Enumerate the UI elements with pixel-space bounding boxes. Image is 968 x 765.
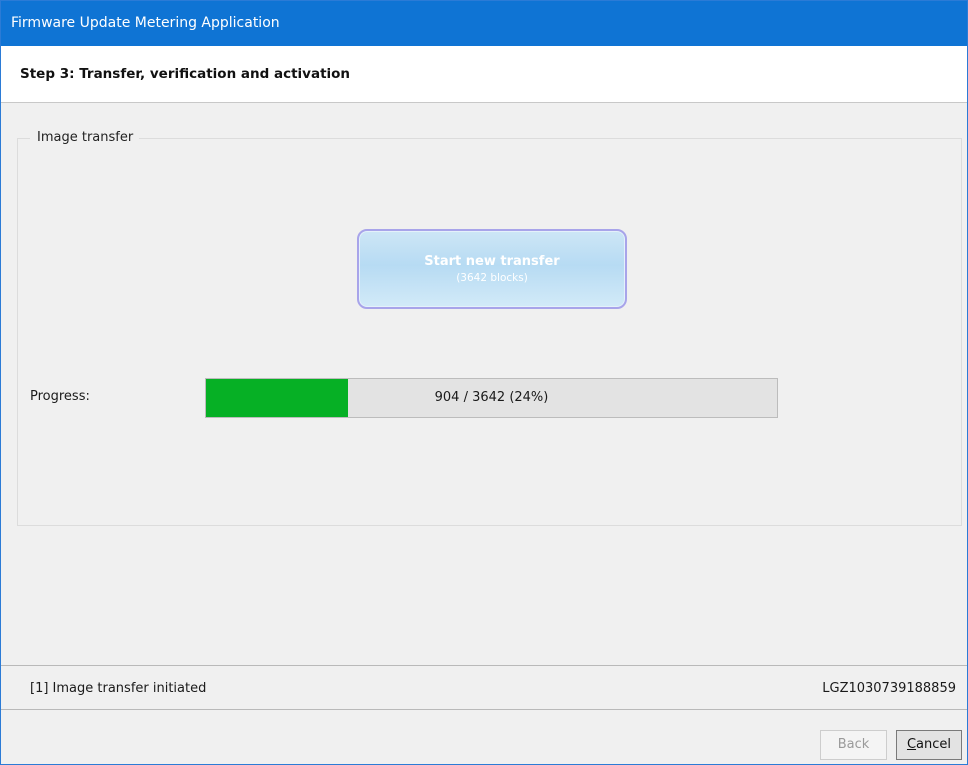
cancel-button[interactable]: Cancel — [896, 730, 962, 760]
cancel-label-rest: ancel — [916, 737, 952, 752]
step-title: Step 3: Transfer, verification and activ… — [20, 66, 351, 82]
window-title: Firmware Update Metering Application — [11, 15, 280, 31]
window-titlebar[interactable]: Firmware Update Metering Application — [1, 1, 967, 46]
back-button[interactable]: Back — [820, 730, 887, 760]
block-count-label: (3642 blocks) — [456, 272, 528, 284]
progress-text: 904 / 3642 (24%) — [434, 390, 549, 405]
status-bar: [1] Image transfer initiated LGZ10307391… — [1, 665, 967, 710]
cancel-mnemonic: C — [906, 737, 917, 752]
step-header: Step 3: Transfer, verification and activ… — [1, 46, 967, 103]
transfer-progress-bar: 904 / 3642 (24%) — [205, 378, 778, 418]
progress-label: Progress: — [30, 389, 90, 404]
image-transfer-group: Image transfer Start new transfer (3642 … — [17, 130, 962, 526]
app-window: Firmware Update Metering Application Ste… — [0, 0, 968, 765]
device-id: LGZ1030739188859 — [822, 681, 956, 696]
image-transfer-group-label: Image transfer — [30, 130, 140, 145]
status-message: [1] Image transfer initiated — [30, 681, 207, 696]
start-new-transfer-button[interactable]: Start new transfer (3642 blocks) — [357, 229, 627, 309]
start-new-transfer-label: Start new transfer — [424, 254, 560, 269]
